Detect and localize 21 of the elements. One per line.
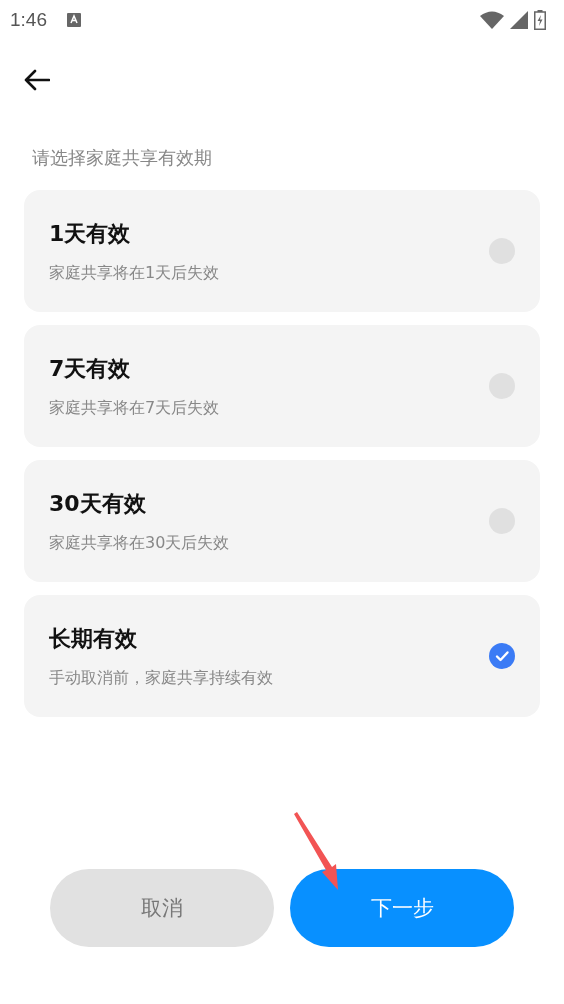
- back-arrow-icon[interactable]: [24, 69, 50, 91]
- prompt-text: 请选择家庭共享有效期: [31, 146, 213, 170]
- option-title: 30天有效: [49, 489, 147, 518]
- option-description: 家庭共享将在30天后失效: [49, 532, 231, 554]
- option-title: 长期有效: [49, 624, 138, 653]
- radio-button[interactable]: [489, 643, 515, 669]
- option-card[interactable]: 1天有效 家庭共享将在1天后失效: [24, 190, 540, 312]
- battery-icon: [534, 10, 546, 30]
- option-card[interactable]: 7天有效 家庭共享将在7天后失效: [24, 325, 540, 447]
- option-description: 家庭共享将在7天后失效: [49, 397, 221, 419]
- notification-icon: [67, 13, 81, 27]
- option-description: 手动取消前，家庭共享持续有效: [49, 667, 274, 689]
- wifi-icon: [480, 11, 504, 29]
- signal-icon: [510, 11, 528, 29]
- status-time: 1:46: [10, 9, 47, 31]
- option-description: 家庭共享将在1天后失效: [49, 262, 221, 284]
- cancel-button[interactable]: 取消: [50, 869, 274, 947]
- option-card[interactable]: 长期有效 手动取消前，家庭共享持续有效: [24, 595, 540, 717]
- option-title: 7天有效: [49, 354, 132, 383]
- option-card[interactable]: 30天有效 家庭共享将在30天后失效: [24, 460, 540, 582]
- option-title: 1天有效: [49, 219, 132, 248]
